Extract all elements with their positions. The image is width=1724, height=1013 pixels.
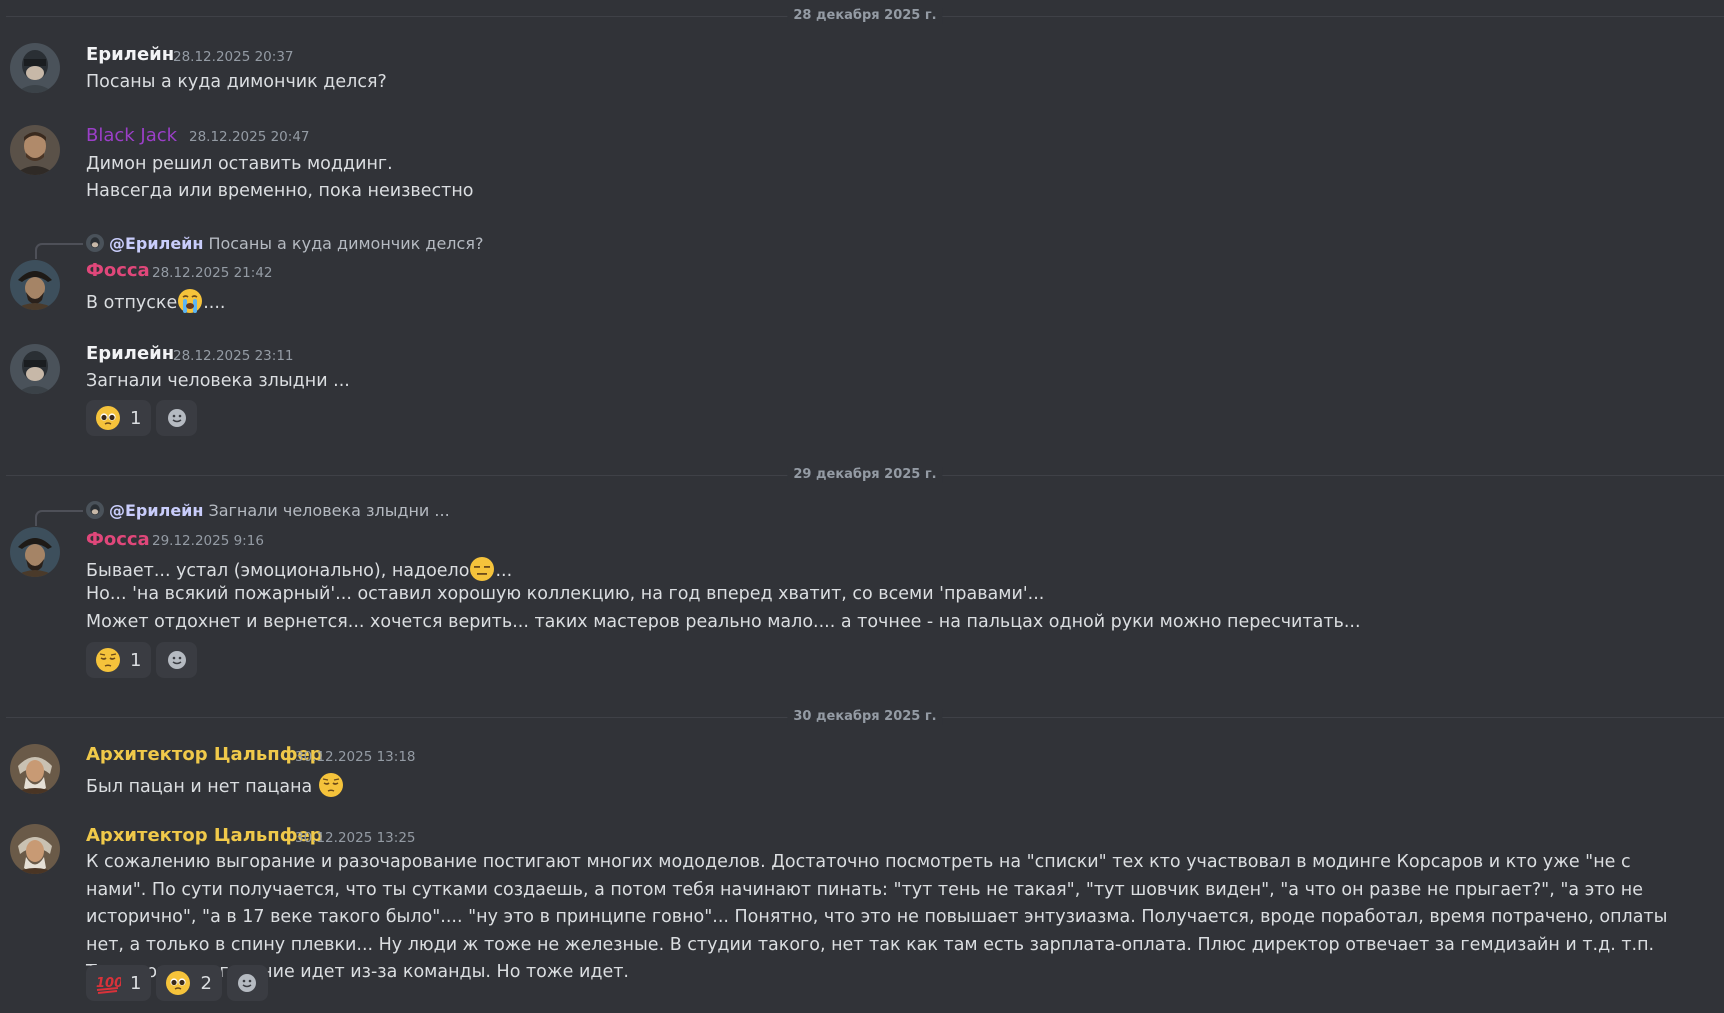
- reaction-count: 1: [130, 407, 142, 429]
- reply-preview[interactable]: @Ерилейн Загнали человека злыдни ...: [86, 500, 450, 520]
- reply-text: Посаны а куда димончик делся?: [208, 233, 484, 253]
- message-text-part: В отпуске: [86, 293, 178, 313]
- message-text: К сожалению выгорание и разочарование по…: [86, 852, 1668, 982]
- add-reaction-icon: [167, 409, 186, 427]
- avatar-architect[interactable]: [10, 824, 60, 874]
- message-text: Загнали человека злыдни ...: [86, 371, 350, 391]
- message-text: Был пацан и нет пацана: [86, 772, 344, 798]
- message-text-part: Был пацан и нет пацана: [86, 777, 313, 797]
- reaction-bar: 1: [86, 400, 198, 436]
- avatar-image: [10, 43, 60, 93]
- message-text: Бывает... устал (эмоционально), надоело.…: [86, 556, 512, 582]
- avatar-erilein[interactable]: [10, 43, 60, 93]
- message-timestamp: 28.12.2025 20:37: [173, 49, 294, 65]
- avatar-image: [10, 260, 60, 310]
- avatar-image: [10, 125, 60, 175]
- message-author[interactable]: Black Jack: [86, 125, 177, 147]
- date-divider-label: 29 декабря 2025 г.: [787, 467, 943, 483]
- message-text: Может отдохнет и вернется... хочется вер…: [86, 612, 1361, 632]
- message-text: Но... 'на всякий пожарный'... оставил хо…: [86, 584, 1045, 604]
- message-timestamp: 28.12.2025 23:11: [173, 348, 294, 364]
- add-reaction-icon: [238, 974, 257, 992]
- reply-mention[interactable]: @Ерилейн: [109, 234, 203, 253]
- message-author[interactable]: Архитектор Цальпфер: [86, 825, 323, 847]
- reaction-count: 2: [200, 972, 212, 994]
- hundred-points-icon: 100: [95, 970, 121, 996]
- reaction-hundred-points[interactable]: 100 1: [86, 965, 152, 1001]
- reaction-pleading-face[interactable]: 1: [86, 400, 152, 436]
- add-reaction-icon: [167, 651, 186, 669]
- message-timestamp: 29.12.2025 9:16: [152, 533, 264, 549]
- avatar-image: [10, 344, 60, 394]
- expressionless-face-icon: [469, 556, 495, 582]
- message-author[interactable]: Фосса: [86, 260, 150, 282]
- reply-avatar: [86, 234, 104, 252]
- message-timestamp: 28.12.2025 20:47: [189, 129, 310, 145]
- date-divider: 30 декабря 2025 г.: [6, 709, 1724, 725]
- reply-connector: [35, 510, 83, 526]
- loudly-crying-face-icon: [177, 288, 203, 314]
- add-reaction-button[interactable]: [156, 642, 198, 678]
- message-timestamp: 30.12.2025 13:25: [295, 830, 416, 846]
- date-divider-label: 28 декабря 2025 г.: [787, 8, 943, 24]
- message-timestamp: 30.12.2025 13:18: [295, 749, 416, 765]
- pensive-face-icon: [318, 772, 344, 798]
- message-text-part: Бывает... устал (эмоционально), надоело: [86, 561, 470, 581]
- pensive-face-icon: [95, 647, 121, 673]
- message-text-part: ...: [495, 561, 513, 581]
- date-divider: 28 декабря 2025 г.: [6, 8, 1724, 24]
- reaction-pleading-face[interactable]: 2: [156, 965, 222, 1001]
- message-text: Посаны а куда димончик делся?: [86, 72, 387, 92]
- reply-text: Загнали человека злыдни ...: [208, 500, 450, 520]
- avatar-erilein[interactable]: [10, 344, 60, 394]
- date-divider: 29 декабря 2025 г.: [6, 467, 1724, 483]
- reaction-bar: 100 1 2: [86, 965, 268, 1001]
- avatar-black-jack[interactable]: [10, 125, 60, 175]
- reaction-bar: 1: [86, 642, 198, 678]
- reply-avatar: [86, 501, 104, 519]
- message-timestamp: 28.12.2025 21:42: [152, 265, 273, 281]
- message-author[interactable]: Архитектор Цальпфер: [86, 744, 323, 766]
- message-text: В отпуске....: [86, 288, 226, 314]
- pleading-face-icon: [95, 405, 121, 431]
- message-text-part: ....: [203, 293, 226, 313]
- message-author[interactable]: Ерилейн: [86, 44, 174, 66]
- message-author[interactable]: Фосса: [86, 529, 150, 551]
- avatar-image: [10, 824, 60, 874]
- chat-message-list[interactable]: 28 декабря 2025 г. Ерилейн 28.12.2025 20…: [0, 0, 1724, 1013]
- add-reaction-button[interactable]: [226, 965, 268, 1001]
- date-divider-label: 30 декабря 2025 г.: [787, 709, 943, 725]
- message-text: Навсегда или временно, пока неизвестно: [86, 181, 474, 201]
- reply-connector: [35, 243, 83, 259]
- reply-preview[interactable]: @Ерилейн Посаны а куда димончик делся?: [86, 233, 483, 253]
- avatar-architect[interactable]: [10, 744, 60, 794]
- reaction-pensive-face[interactable]: 1: [86, 642, 152, 678]
- avatar-fossa[interactable]: [10, 527, 60, 577]
- add-reaction-button[interactable]: [156, 400, 198, 436]
- message-author[interactable]: Ерилейн: [86, 343, 174, 365]
- reaction-count: 1: [130, 649, 142, 671]
- pleading-face-icon: [165, 970, 191, 996]
- reply-mention[interactable]: @Ерилейн: [109, 501, 203, 520]
- avatar-image: [10, 527, 60, 577]
- reaction-count: 1: [130, 972, 142, 994]
- message-text: Димон решил оставить моддинг.: [86, 154, 393, 174]
- avatar-fossa[interactable]: [10, 260, 60, 310]
- avatar-image: [10, 744, 60, 794]
